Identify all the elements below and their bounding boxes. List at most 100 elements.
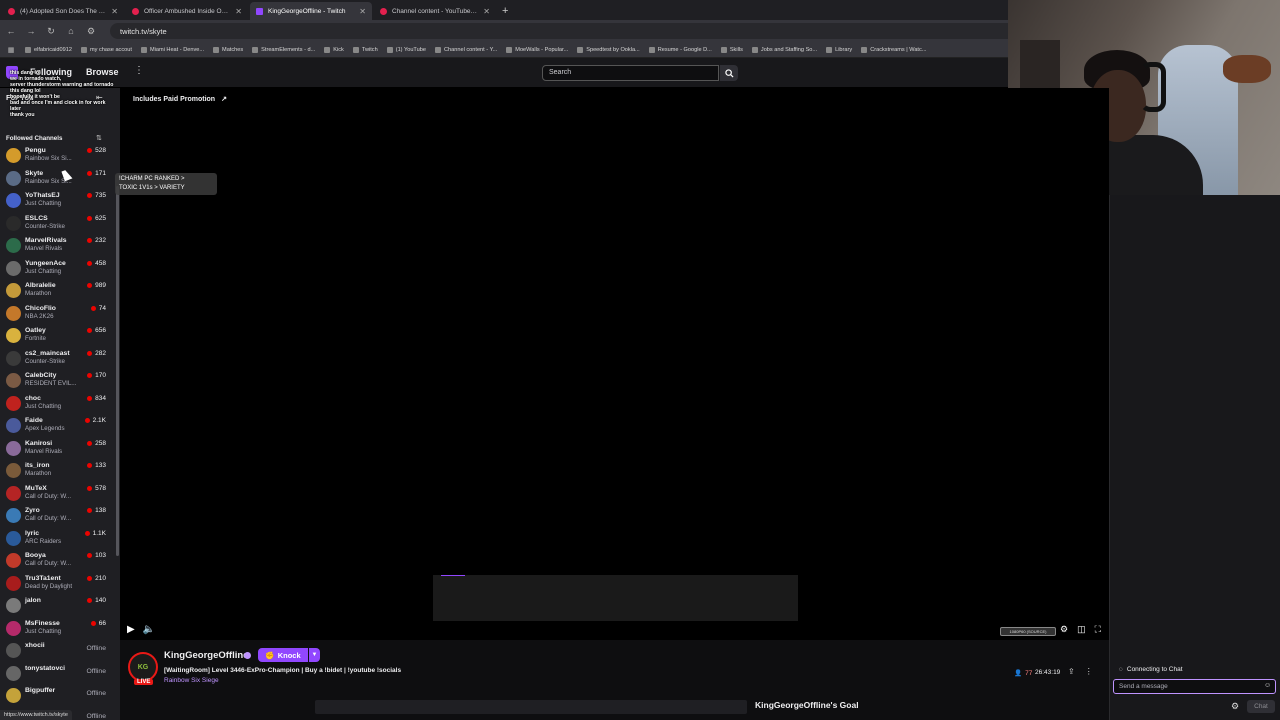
sidebar-channel-item[interactable]: CalebCity RESIDENT EVIL... 170 (0, 370, 112, 392)
sidebar-channel-item[interactable]: ESLCS Counter-Strike 625 (0, 213, 112, 235)
knock-button[interactable]: ✊ Knock (258, 648, 308, 662)
sidebar-channel-game: Just Chatting (25, 402, 62, 410)
sidebar-channel-item[interactable]: YungeenAce Just Chatting 458 (0, 258, 112, 280)
sidebar-channel-item[interactable]: Faide Apex Legends 2.1K (0, 415, 112, 437)
chat-message-input[interactable]: Send a message (1113, 679, 1276, 694)
bookmark-item[interactable]: Library (826, 46, 852, 53)
apps-icon[interactable]: ▦ (6, 46, 16, 54)
sidebar-channel-item[interactable]: Oatley Fortnite 656 (0, 325, 112, 347)
viewer-count-text: 834 (95, 394, 106, 402)
channel-avatar-icon (6, 553, 21, 568)
volume-icon[interactable]: 🔈 (143, 624, 155, 635)
sidebar-channel-item[interactable]: cs2_maincast Counter-Strike 282 (0, 348, 112, 370)
bookmark-item[interactable]: Twitch (352, 46, 378, 53)
live-badge: LIVE (134, 679, 154, 685)
bookmark-item[interactable]: Kick (324, 46, 344, 53)
play-icon[interactable]: ▶ (127, 624, 135, 635)
sidebar-channel-item[interactable]: ChicoFlio NBA 2K26 74 (0, 303, 112, 325)
close-tab-icon[interactable]: ✕ (483, 7, 490, 16)
browser-tab[interactable]: (4) Adopted Son Does The Un... ✕ (2, 2, 124, 20)
tab-title: Channel content - YouTube Stu... (392, 7, 479, 15)
viewer-count: 👤 77 (1014, 669, 1032, 678)
channel-avatar[interactable]: KG (128, 652, 158, 682)
bookmark-item[interactable]: Miami Heat - Denve... (140, 46, 204, 53)
search-button[interactable] (720, 65, 738, 81)
more-options-icon[interactable]: ⋮ (1085, 667, 1093, 676)
sidebar-channel-game: Counter-Strike (25, 222, 65, 230)
close-tab-icon[interactable]: ✕ (111, 7, 118, 16)
sidebar-channel-item[interactable]: Kanirosi Marvel Rivals 258 (0, 438, 112, 460)
viewer-count-text: 656 (95, 327, 106, 334)
sidebar-channel-item[interactable]: Tru3Ta1ent Dead by Daylight 210 (0, 573, 112, 595)
bookmark-item[interactable]: Skills (720, 46, 743, 53)
knock-dropdown-icon[interactable]: ▼ (309, 648, 320, 662)
bookmark-item[interactable]: StreamElements - d... (252, 46, 315, 53)
bookmark-item[interactable]: Channel content - Y... (434, 46, 497, 53)
sidebar-channel-name: Oatley (25, 327, 46, 334)
sidebar-channel-name: Faide (25, 417, 43, 424)
search-input[interactable]: Search (542, 65, 719, 81)
sidebar-channel-item[interactable]: MuTeX Call of Duty: W... 578 (0, 483, 112, 505)
sidebar-channel-item[interactable]: its_iron Marathon 133 (0, 460, 112, 482)
sidebar-channel-item[interactable]: Skyte Rainbow Six Si... 171 (0, 168, 112, 190)
sidebar-channel-item[interactable]: choc Just Chatting 834 (0, 393, 112, 415)
viewer-icon: 👤 (1014, 670, 1023, 677)
twitch-top-nav (0, 58, 1010, 88)
sidebar-channel-item[interactable]: MarvelRivals Marvel Rivals 232 (0, 235, 112, 257)
channel-avatar-icon (6, 328, 21, 343)
bookmark-item[interactable]: elfabricaid0912 (25, 46, 72, 53)
bookmark-item[interactable]: Jobs and Staffing So... (751, 46, 817, 53)
browser-tab[interactable]: Officer Ambushed Inside Own H... ✕ (126, 2, 248, 20)
chat-settings-icon[interactable]: ⚙ (1231, 701, 1239, 712)
sidebar-channel-item[interactable]: Pengu Rainbow Six Si... 528 (0, 145, 112, 167)
sidebar-channel-item[interactable]: jalon 140 (0, 595, 112, 617)
sort-icon[interactable]: ⇅ (96, 134, 102, 142)
new-tab-button[interactable]: + (502, 2, 508, 20)
back-icon[interactable]: ← (6, 26, 16, 36)
sidebar-channel-item[interactable]: xhocii Offline (0, 640, 112, 662)
site-info-icon[interactable]: ⚙ (86, 26, 96, 37)
close-tab-icon[interactable]: ✕ (359, 7, 366, 16)
offline-label: Offline (86, 690, 106, 697)
sidebar-channel-name: Skyte (25, 169, 44, 177)
forward-icon[interactable]: → (26, 26, 36, 36)
sidebar-channel-item[interactable]: tonystatovci Offline (0, 663, 112, 685)
more-menu-icon[interactable]: ⋮ (134, 65, 144, 76)
video-player[interactable] (120, 88, 1109, 640)
theatre-mode-icon[interactable]: ◫ (1077, 624, 1086, 635)
sidebar-channel-item[interactable]: lyric ARC Raiders 1.1K (0, 528, 112, 550)
browser-tab[interactable]: KingGeorgeOffline - Twitch ✕ (250, 2, 372, 20)
fullscreen-icon[interactable]: ⛶ (1095, 624, 1101, 635)
bookmark-item[interactable]: MoeWalls - Popular... (506, 46, 568, 53)
channel-name[interactable]: KingGeorgeOffline (164, 650, 248, 661)
bookmark-item[interactable]: my chase accout (80, 46, 132, 53)
sidebar-channel-game: Call of Duty: W... (25, 515, 72, 522)
bookmark-item[interactable]: Matches (213, 46, 243, 53)
sidebar-channel-game: NBA 2K26 (25, 312, 54, 320)
sidebar-channel-game: Fortnite (25, 335, 46, 342)
chat-send-button[interactable]: Chat (1247, 700, 1275, 713)
reload-icon[interactable]: ↻ (46, 26, 56, 37)
bookmark-item[interactable]: (1) YouTube (386, 46, 426, 53)
sidebar-channel-item[interactable]: Bigpuffer Offline (0, 685, 112, 707)
bookmark-item[interactable]: Speedtest by Ookla... (577, 46, 640, 53)
emote-picker-icon[interactable]: ☺ (1264, 682, 1271, 689)
sidebar-channel-game: Dead by Daylight (25, 582, 73, 590)
sidebar-channel-item[interactable]: Albralelie Marathon 989 (0, 280, 112, 302)
home-icon[interactable]: ⌂ (66, 26, 76, 36)
sidebar-channel-item[interactable]: YoThatsEJ Just Chatting 735 (0, 190, 112, 212)
sidebar-channel-item[interactable]: Zyro Call of Duty: W... 138 (0, 505, 112, 527)
sidebar-scrollbar[interactable] (116, 186, 119, 556)
address-bar[interactable]: twitch.tv/skyte (110, 23, 1030, 39)
bookmark-item[interactable]: Crackstreams | Watc... (861, 46, 926, 53)
live-dot-icon (87, 328, 93, 333)
game-link[interactable]: Rainbow Six Siege (164, 677, 219, 684)
settings-icon[interactable]: ⚙ (1060, 624, 1068, 635)
sidebar-channel-item[interactable]: MsFinesse Just Chatting 66 (0, 618, 112, 640)
browser-tab[interactable]: Channel content - YouTube Stu... ✕ (374, 2, 496, 20)
close-tab-icon[interactable]: ✕ (235, 7, 242, 16)
sidebar-channel-item[interactable]: Booya Call of Duty: W... 103 (0, 550, 112, 572)
share-icon[interactable]: ⇪ (1068, 667, 1075, 676)
bookmark-item[interactable]: Resume - Google D... (648, 46, 712, 53)
paid-promotion-label[interactable]: Includes Paid Promotion ↗ (133, 95, 227, 104)
